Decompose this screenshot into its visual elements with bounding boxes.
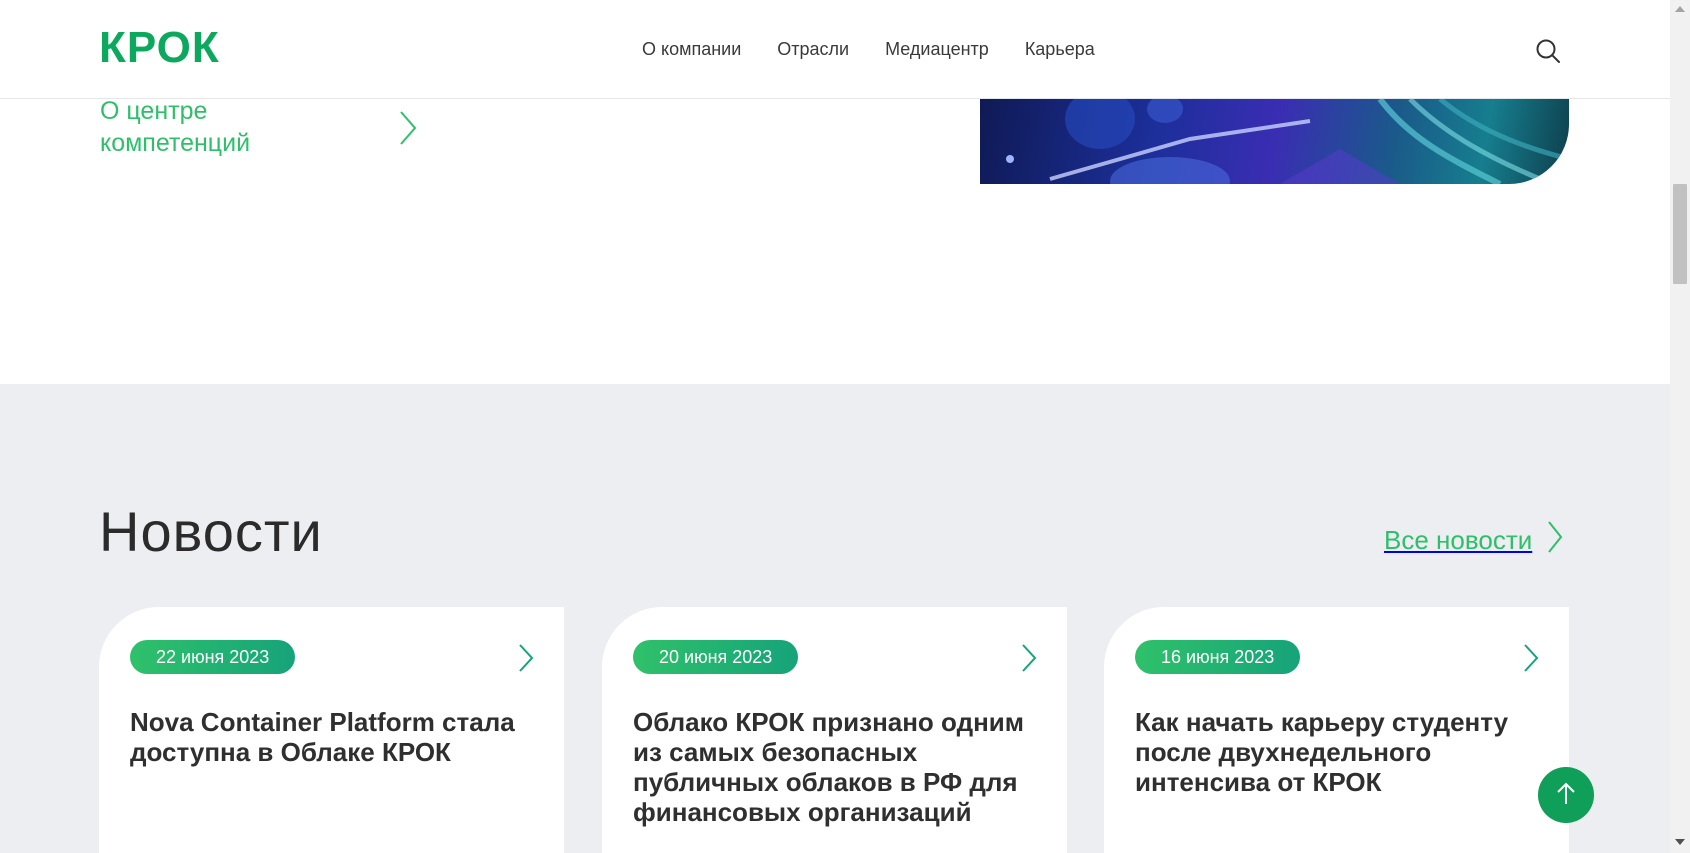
news-card[interactable]: 16 июня 2023 Как начать карьеру студенту…: [1104, 607, 1569, 853]
chevron-right-icon[interactable]: [1523, 643, 1539, 673]
news-card[interactable]: 22 июня 2023 Nova Container Platform ста…: [99, 607, 564, 853]
all-news-link[interactable]: Все новости: [1384, 520, 1564, 559]
scrollbar-thumb[interactable]: [1673, 184, 1687, 284]
page-viewport: КРОК О компании Отрасли Медиацентр Карье…: [0, 0, 1670, 853]
nav-item-company[interactable]: О компании: [642, 38, 741, 60]
date-badge: 22 июня 2023: [130, 640, 296, 674]
logo[interactable]: КРОК: [99, 26, 220, 70]
chevron-right-icon: [1546, 520, 1564, 559]
nav-item-industries[interactable]: Отрасли: [777, 38, 849, 60]
search-icon[interactable]: [1534, 37, 1562, 65]
chevron-right-icon[interactable]: [518, 643, 534, 673]
vertical-scrollbar[interactable]: [1670, 0, 1690, 853]
main-nav: О компании Отрасли Медиацентр Карьера: [642, 38, 1095, 60]
nav-item-mediacenter[interactable]: Медиацентр: [885, 38, 989, 60]
scroll-down-arrow-icon[interactable]: [1675, 839, 1685, 845]
hero-image: [980, 99, 1569, 184]
site-header: КРОК О компании Отрасли Медиацентр Карье…: [0, 0, 1670, 99]
news-headline[interactable]: Как начать карьеру студенту после двухне…: [1135, 707, 1535, 797]
scroll-up-arrow-icon[interactable]: [1675, 6, 1685, 12]
news-headline[interactable]: Nova Container Platform стала доступна в…: [130, 707, 530, 767]
news-title: Новости: [99, 500, 323, 563]
news-card[interactable]: 20 июня 2023 Облако КРОК признано одним …: [602, 607, 1067, 853]
nav-item-career[interactable]: Карьера: [1025, 38, 1095, 60]
date-badge: 16 июня 2023: [1135, 640, 1301, 674]
scroll-to-top-button[interactable]: [1538, 767, 1594, 823]
all-news-label: Все новости: [1384, 524, 1533, 555]
competence-center-label: О центре компетенций: [100, 97, 251, 157]
news-headline[interactable]: Облако КРОК признано одним из самых безо…: [633, 707, 1033, 827]
arrow-up-icon: [1555, 782, 1577, 809]
chevron-right-icon: [397, 110, 419, 146]
news-section: Новости Все новости 22 июня 2023 Nova Co…: [0, 384, 1670, 853]
chevron-right-icon[interactable]: [1021, 643, 1037, 673]
competence-center-link[interactable]: О центре компетенций: [100, 95, 430, 165]
date-badge: 20 июня 2023: [633, 640, 799, 674]
